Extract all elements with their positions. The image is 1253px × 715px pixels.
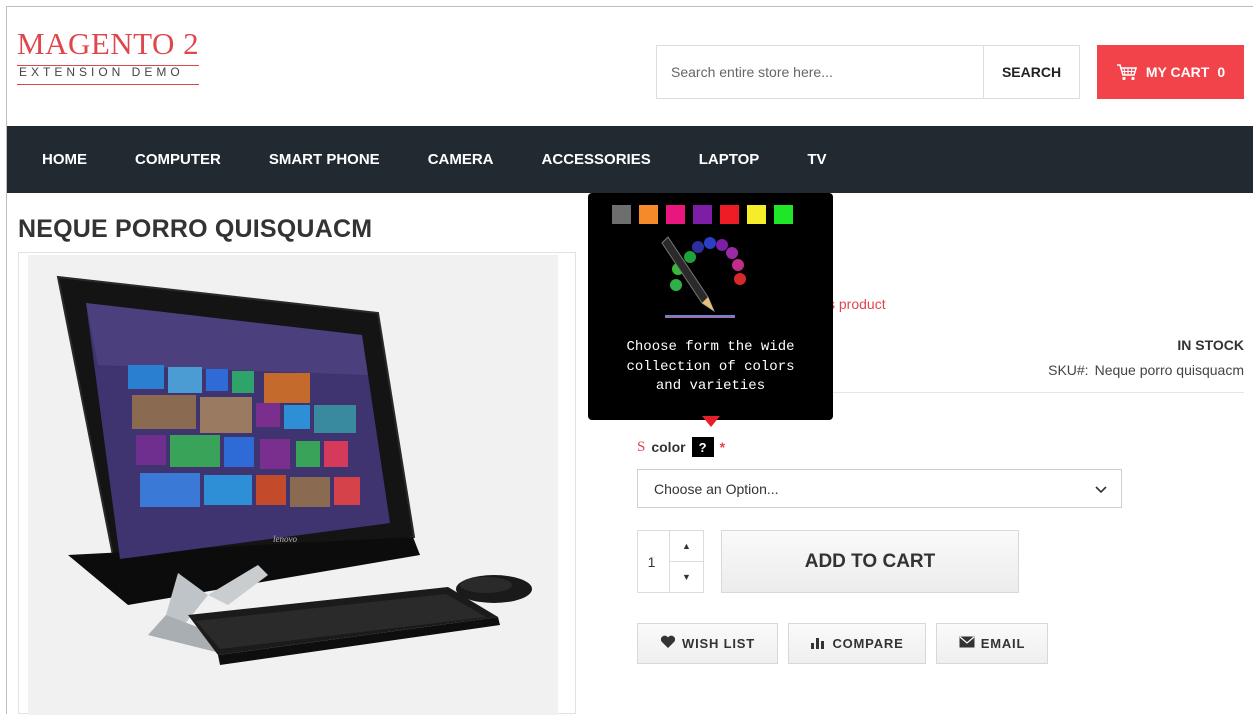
- nav-item-laptop[interactable]: LAPTOP: [675, 151, 784, 168]
- product-title: NEQUE PORRO QUISQUACM: [18, 215, 373, 243]
- quantity-stepper: 1 ▲ ▼: [637, 530, 704, 593]
- logo-rule-bottom: [17, 84, 199, 85]
- select-value: Choose an Option...: [654, 480, 779, 497]
- nav-item-tv[interactable]: TV: [783, 151, 850, 168]
- swatch-red: [720, 205, 739, 224]
- nav-item-camera[interactable]: CAMERA: [404, 151, 518, 168]
- compare-label: COMPARE: [832, 636, 904, 651]
- logo-title: MAGENTO 2: [17, 26, 200, 61]
- sku-value: Neque porro quisquacm: [1094, 362, 1244, 378]
- review-link[interactable]: s product: [828, 296, 886, 312]
- swatch-purple: [693, 205, 712, 224]
- quantity-down-icon[interactable]: ▼: [670, 562, 703, 592]
- chevron-down-icon: [1095, 481, 1107, 497]
- cart-label: MY CART: [1145, 64, 1210, 80]
- heart-icon: [660, 635, 676, 652]
- color-select[interactable]: Choose an Option...: [637, 469, 1122, 508]
- tooltip-line: and varieties: [655, 378, 766, 394]
- tooltip-line: collection of colors: [626, 358, 795, 375]
- sku-label: SKU#:: [1048, 362, 1089, 378]
- product-sku: SKU#: Neque porro quisquacm: [1048, 362, 1244, 378]
- quantity-arrows: ▲ ▼: [669, 531, 703, 592]
- wishlist-button[interactable]: WISH LIST: [637, 623, 778, 664]
- swatch-yellow: [747, 205, 766, 224]
- option-prefix: S: [637, 438, 646, 455]
- cart-count: 0: [1217, 64, 1226, 80]
- product-image[interactable]: lenovo: [28, 255, 558, 715]
- email-label: EMAIL: [980, 636, 1026, 651]
- color-palette-icon: [660, 233, 760, 328]
- nav-item-computer[interactable]: COMPUTER: [111, 151, 245, 168]
- nav-item-home[interactable]: HOME: [7, 151, 111, 168]
- required-mark: *: [719, 439, 726, 455]
- envelope-icon: [959, 636, 975, 651]
- logo-subtitle: EXTENSION DEMO: [19, 65, 184, 79]
- svg-text:lenovo: lenovo: [273, 534, 297, 544]
- swatch-pink: [666, 205, 685, 224]
- search-bar: SEARCH: [656, 45, 1080, 99]
- email-button[interactable]: EMAIL: [936, 623, 1048, 664]
- shopping-cart-icon: [1116, 63, 1138, 81]
- tooltip-text: Choose form the wide collection of color…: [588, 338, 833, 397]
- quantity-up-icon[interactable]: ▲: [670, 531, 703, 562]
- main-navigation: HOME COMPUTER SMART PHONE CAMERA ACCESSO…: [7, 126, 1253, 193]
- tooltip-line: Choose form the wide: [626, 339, 795, 355]
- site-logo[interactable]: MAGENTO 2 EXTENSION DEMO: [17, 26, 200, 85]
- tooltip-arrow: [702, 416, 720, 427]
- color-option-label: S color ? *: [637, 437, 725, 457]
- add-to-cart-button[interactable]: ADD TO CART: [721, 530, 1019, 593]
- my-cart-button[interactable]: MY CART 0: [1097, 45, 1244, 99]
- product-gallery: lenovo: [18, 252, 576, 715]
- compare-button[interactable]: COMPARE: [788, 623, 926, 664]
- search-button[interactable]: SEARCH: [983, 46, 1079, 98]
- nav-item-smart-phone[interactable]: SMART PHONE: [245, 151, 404, 168]
- bar-chart-icon: [810, 635, 826, 652]
- search-input[interactable]: [657, 46, 983, 98]
- swatch-gray: [612, 205, 631, 224]
- nav-item-accessories[interactable]: ACCESSORIES: [518, 151, 675, 168]
- wishlist-label: WISH LIST: [682, 636, 755, 651]
- help-icon[interactable]: ?: [691, 437, 714, 457]
- swatch-orange: [639, 205, 658, 224]
- logo-rule-top: [17, 65, 199, 66]
- option-label: color: [651, 439, 686, 455]
- stock-status: IN STOCK: [1177, 337, 1244, 353]
- color-help-tooltip: Choose form the wide collection of color…: [588, 193, 833, 420]
- tooltip-swatches: [612, 205, 793, 224]
- quantity-input[interactable]: 1: [638, 531, 669, 592]
- swatch-green: [774, 205, 793, 224]
